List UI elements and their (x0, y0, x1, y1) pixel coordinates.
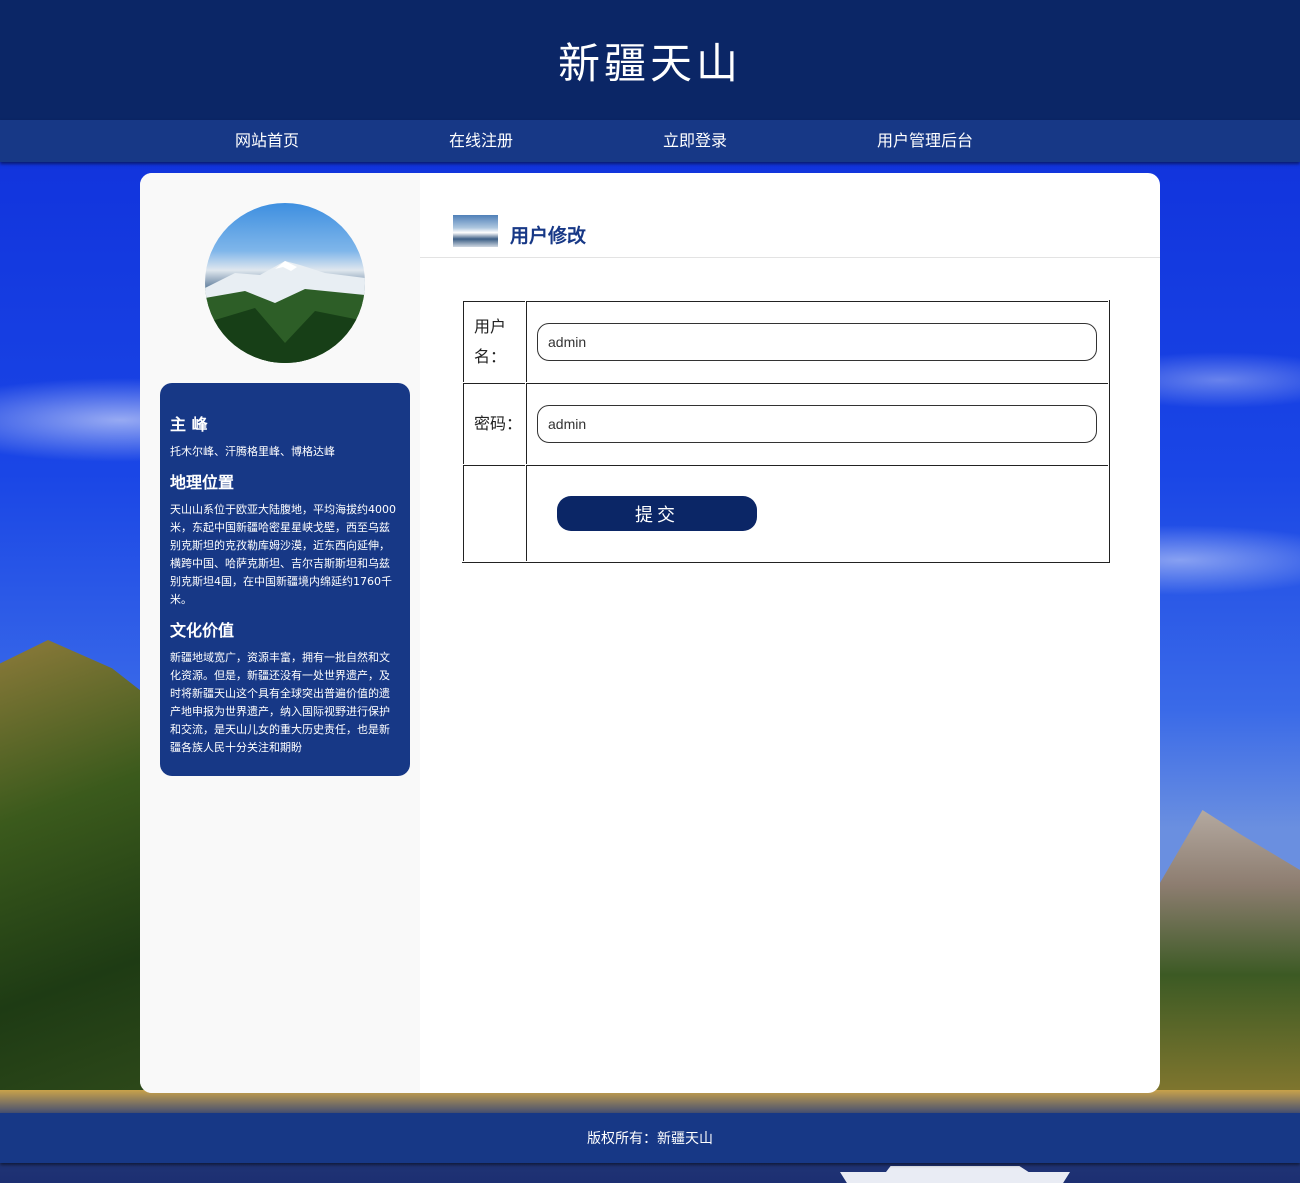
mountain-avatar-image (205, 203, 365, 363)
form-row-username: 用户名： (463, 301, 1108, 382)
username-input[interactable] (537, 323, 1097, 361)
submit-button[interactable]: 提交 (557, 496, 757, 531)
nav-item-login[interactable]: 立即登录 (663, 120, 727, 162)
info-text-culture: 新疆地域宽广，资源丰富，拥有一批自然和文化资源。但是，新疆还没有一处世界遗产，及… (170, 651, 390, 754)
info-text-peaks: 托木尔峰、汗腾格里峰、博格达峰 (170, 445, 335, 458)
site-footer: 版权所有：新疆天山 (0, 1113, 1300, 1163)
info-heading-location: 地理位置 (170, 473, 235, 492)
mountain-peak-icon (205, 261, 365, 363)
password-input[interactable] (537, 405, 1097, 443)
site-title: 新疆天山 (557, 38, 742, 88)
mountain-left (0, 640, 160, 1110)
main-panel: 主 峰 托木尔峰、汗腾格里峰、博格达峰 地理位置 天山山系位于欧亚大陆腹地，平均… (140, 173, 1160, 1093)
form-row-submit: 提交 (463, 465, 1108, 561)
info-heading-culture: 文化价值 (170, 621, 235, 640)
nav-item-register[interactable]: 在线注册 (449, 120, 513, 162)
sidebar: 主 峰 托木尔峰、汗腾格里峰、博格达峰 地理位置 天山山系位于欧亚大陆腹地，平均… (140, 173, 420, 1093)
password-label: 密码： (463, 383, 525, 464)
user-edit-form: 用户名： 密码： 提交 (462, 300, 1110, 563)
copyright-text: 版权所有：新疆天山 (587, 1131, 713, 1147)
nav-item-admin[interactable]: 用户管理后台 (877, 120, 973, 162)
username-label: 用户名： (463, 301, 525, 382)
form-row-password: 密码： (463, 383, 1108, 464)
main-nav: 网站首页 在线注册 立即登录 用户管理后台 (0, 120, 1300, 162)
info-box: 主 峰 托木尔峰、汗腾格里峰、博格达峰 地理位置 天山山系位于欧亚大陆腹地，平均… (160, 383, 410, 776)
content-header: 用户修改 (420, 173, 1160, 258)
info-text-location: 天山山系位于欧亚大陆腹地，平均海拔约4000米，东起中国新疆哈密星星峡戈壁，西至… (170, 503, 396, 606)
snow-mountain-thumbnail-icon (453, 215, 498, 247)
info-heading-peaks: 主 峰 (170, 415, 208, 434)
nav-item-home[interactable]: 网站首页 (235, 120, 299, 162)
content-area: 用户修改 用户名： 密码： 提交 (420, 173, 1160, 1093)
site-header: 新疆天山 (0, 0, 1300, 120)
page-title: 用户修改 (510, 225, 587, 247)
